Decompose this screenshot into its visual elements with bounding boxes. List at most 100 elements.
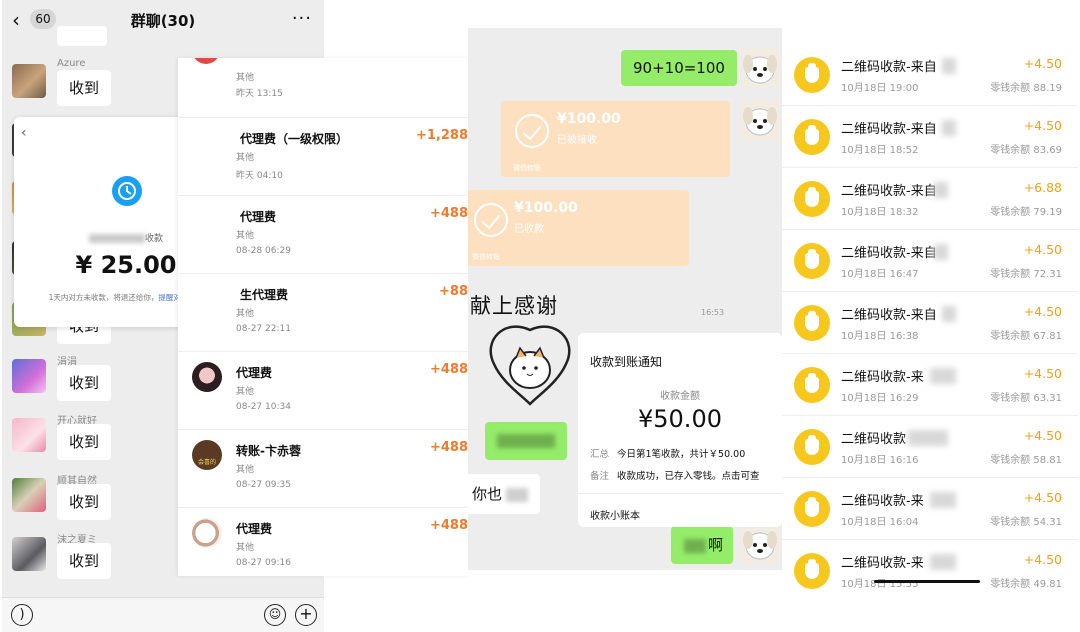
redacted-name — [930, 492, 956, 508]
money-bag-icon — [794, 429, 830, 465]
income-row[interactable]: 二维码收款-来自 10月18日 16:38 +4.50 零钱余额 67.81 — [782, 292, 1078, 354]
income-title: 二维码收款-来自 — [841, 60, 937, 75]
income-date: 10月18日 16:04 — [841, 517, 919, 528]
transfer-amount: ¥100.00 — [514, 200, 578, 216]
bill-row[interactable]: 其他 昨天 13:15 — [178, 58, 470, 118]
avatar[interactable] — [740, 48, 780, 88]
avatar[interactable] — [12, 418, 46, 452]
income-amount: +6.88 — [1023, 180, 1062, 195]
emoji-icon[interactable]: ☺ — [264, 604, 286, 626]
more-icon[interactable]: ··· — [292, 8, 312, 29]
money-bag-icon — [794, 491, 830, 527]
bill-name: 代理费 — [236, 522, 273, 536]
transfer-amount: ¥100.00 — [557, 111, 621, 127]
balance: 零钱余额 58.81 — [990, 455, 1062, 466]
income-amount: +4.50 — [1023, 490, 1062, 505]
income-row[interactable]: 二维码收款-来自 10月18日 19:00 +4.50 零钱余额 88.19 — [782, 44, 1078, 106]
chat-title: 群聊(30) — [130, 12, 196, 30]
transfer-footer: 微信转账 — [472, 253, 500, 261]
income-row[interactable]: 二维码收款-来 10月18日 16:29 +4.50 零钱余额 63.31 — [782, 354, 1078, 416]
bill-name: 代理费（一级权限） — [240, 132, 349, 146]
plus-icon[interactable]: + — [295, 604, 317, 626]
income-amount: +4.50 — [1023, 552, 1062, 567]
avatar[interactable] — [12, 64, 46, 98]
bill-row[interactable]: 会喜的 转账-卞赤蓉 其他 08-27 09:35 +488 — [178, 430, 470, 508]
money-bag-icon — [794, 305, 830, 341]
income-amount: +4.50 — [1023, 428, 1062, 443]
balance: 零钱余额 83.69 — [990, 145, 1062, 156]
payment-notice-card[interactable]: 收款到账通知 收款金额 ¥50.00 汇总 今日第1笔收款，共计￥50.00 备注… — [578, 333, 782, 527]
back-icon[interactable]: ‹ — [21, 125, 27, 141]
change-detail-panel: 二维码收款-来自 10月18日 19:00 +4.50 零钱余额 88.19 二… — [782, 44, 1078, 594]
income-amount: +4.50 — [1023, 366, 1062, 381]
redacted-name — [934, 244, 948, 260]
avatar[interactable] — [740, 524, 780, 564]
income-row[interactable]: 二维码收款-来自 10月18日 18:32 +6.88 零钱余额 79.19 — [782, 168, 1078, 230]
bill-list-panel: 其他 昨天 13:15 代理费（一级权限） 其他 昨天 04:10 +1,288… — [178, 58, 470, 576]
redacted-name — [930, 368, 956, 384]
money-bag-icon — [794, 119, 830, 155]
redacted-name — [934, 182, 948, 198]
notice-amount-label: 收款金额 — [660, 391, 700, 402]
transfer-status: 已被接收 — [557, 135, 597, 146]
bill-amount: +488 — [429, 362, 468, 377]
incoming-text: 你也 — [472, 485, 503, 503]
outgoing-message: 90+10=100 — [621, 50, 737, 86]
avatar[interactable] — [740, 100, 780, 140]
balance: 零钱余额 54.31 — [990, 517, 1062, 528]
bill-time: 08-27 22:11 — [236, 324, 291, 334]
bill-row[interactable]: 生代理费 其他 08-27 22:11 +88 — [178, 274, 470, 352]
bill-category: 其他 — [236, 543, 255, 553]
bill-row[interactable]: 代理费 其他 08-28 06:29 +488 — [178, 196, 470, 274]
bill-time: 08-28 06:29 — [236, 246, 291, 256]
voice-icon[interactable]: ) — [11, 604, 33, 626]
input-toolbar: ) ☺ + — [2, 597, 324, 632]
clock-icon — [112, 176, 142, 206]
message-bubble: 收到 — [57, 543, 112, 579]
income-amount: +4.50 — [1023, 56, 1062, 71]
redacted-text — [506, 487, 529, 502]
income-title: 二维码收款-来 — [841, 556, 924, 571]
outgoing-message: 啊 — [671, 526, 733, 564]
sender-name: Azure — [57, 58, 86, 69]
ledger-link[interactable]: 收款小账本 — [590, 507, 640, 522]
income-date: 10月18日 18:32 — [841, 207, 919, 218]
notice-summary-row: 汇总 今日第1笔收款，共计￥50.00 — [590, 446, 745, 460]
check-icon — [515, 114, 549, 148]
bill-category: 其他 — [236, 73, 255, 83]
bill-name: 生代理费 — [240, 288, 289, 302]
bill-row[interactable]: 代理费 其他 08-27 10:34 +488 — [178, 352, 470, 430]
message-bubble: 收到 — [57, 70, 112, 106]
home-indicator[interactable] — [874, 580, 980, 583]
bill-name: 转账-卞赤蓉 — [236, 444, 301, 458]
bill-row[interactable]: 代理费 其他 08-27 09:16 +488 — [178, 508, 470, 576]
transfer-card-received[interactable]: ¥100.00 已收款 微信转账 — [468, 190, 689, 266]
avatar[interactable] — [12, 478, 46, 512]
income-row[interactable]: 二维码收款-来 10月18日 15:55 +4.50 零钱余额 49.81 — [782, 540, 1078, 594]
outgoing-message — [485, 422, 567, 460]
income-row[interactable]: 二维码收款 10月18日 16:16 +4.50 零钱余额 58.81 — [782, 416, 1078, 478]
transfer-status: 已收款 — [514, 224, 544, 235]
income-date: 10月18日 16:47 — [841, 269, 919, 280]
bill-icon — [192, 58, 220, 64]
bill-amount: +88 — [439, 284, 468, 299]
notice-amount: ¥50.00 — [638, 405, 722, 433]
income-row[interactable]: 二维码收款-来 10月18日 16:04 +4.50 零钱余额 54.31 — [782, 478, 1078, 540]
transfer-card-sent[interactable]: ¥100.00 已被接收 微信转账 — [501, 101, 730, 177]
bill-amount: +488 — [429, 206, 468, 221]
avatar[interactable] — [12, 359, 46, 393]
bill-category: 其他 — [236, 465, 255, 475]
outgoing-text: 啊 — [707, 536, 723, 554]
bill-avatar — [192, 362, 222, 392]
balance: 零钱余额 88.19 — [990, 83, 1062, 94]
income-amount: +4.50 — [1023, 304, 1062, 319]
income-row[interactable]: 二维码收款-来自 10月18日 16:47 +4.50 零钱余额 72.31 — [782, 230, 1078, 292]
bill-amount: +488 — [429, 440, 468, 455]
income-title: 二维码收款-来自 — [841, 122, 937, 137]
balance: 零钱余额 72.31 — [990, 269, 1062, 280]
income-row[interactable]: 二维码收款-来自 10月18日 18:52 +4.50 零钱余额 83.69 — [782, 106, 1078, 168]
avatar[interactable] — [12, 537, 46, 571]
redacted-name — [942, 58, 956, 74]
bill-row[interactable]: 代理费（一级权限） 其他 昨天 04:10 +1,288 — [178, 118, 470, 196]
redacted-name — [908, 430, 948, 446]
